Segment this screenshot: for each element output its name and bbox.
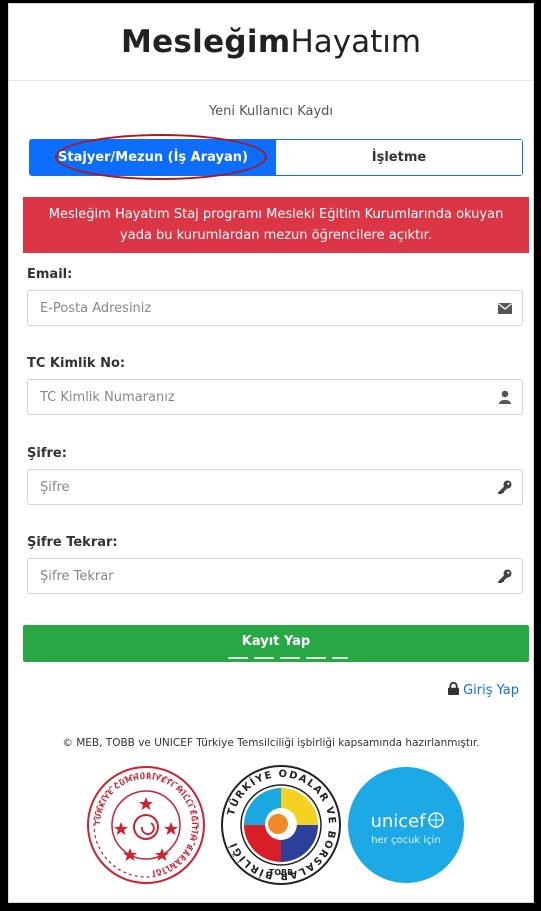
password-input[interactable] <box>28 470 488 504</box>
registration-page: Mesleğim Hayatım Yeni Kullanıcı Kaydı Sta… <box>8 3 534 903</box>
tab-business-label: İşletme <box>371 150 427 165</box>
login-link-label: Giriş Yap <box>463 683 519 698</box>
login-link[interactable]: Giriş Yap <box>448 681 519 699</box>
brand-normal: Hayatım <box>290 24 422 60</box>
user-icon <box>488 390 522 404</box>
register-button-label: Kayıt Yap <box>241 634 311 649</box>
meb-logo: TÜRKİYE CUMHURİYETİ MİLLİ EĞİTİM BAKANLI… <box>87 766 205 884</box>
tab-intern-graduate-label: Stajyer/Mezun (İş Arayan) <box>58 150 248 165</box>
password-repeat-field-wrapper <box>27 558 523 594</box>
password-field-wrapper <box>27 469 523 505</box>
globe-icon <box>428 812 444 828</box>
tobb-logo: TÜRKİYE ODALAR VE BORSALAR BİRLİĞİ TOBB <box>221 765 341 885</box>
key-icon <box>488 569 522 583</box>
brand-bold: Mesleğim <box>120 24 291 60</box>
tobb-abbr: TOBB <box>269 868 293 877</box>
register-button[interactable]: Kayıt Yap <box>23 625 529 662</box>
page-subtitle: Yeni Kullanıcı Kaydı <box>208 104 334 119</box>
lock-icon <box>448 681 460 699</box>
envelope-icon <box>488 302 522 314</box>
tc-field-wrapper <box>27 379 523 415</box>
tc-label: TC Kimlik No: <box>27 356 126 371</box>
button-decoration <box>228 657 348 659</box>
tc-input[interactable] <box>28 380 488 414</box>
user-type-tabs: Stajyer/Mezun (İş Arayan) İşletme <box>29 134 523 180</box>
info-alert: Mesleğim Hayatım Staj programı Mesleki E… <box>23 197 529 253</box>
email-label: Email: <box>27 267 73 282</box>
password-repeat-input[interactable] <box>28 559 488 593</box>
brand-logo[interactable]: Mesleğim Hayatım <box>9 4 533 81</box>
tab-business[interactable]: İşletme <box>276 140 522 175</box>
unicef-logo: unicef her çocuk için <box>348 767 464 883</box>
tab-intern-graduate[interactable]: Stajyer/Mezun (İş Arayan) <box>30 134 276 180</box>
key-icon <box>488 480 522 494</box>
email-input[interactable] <box>28 291 488 325</box>
footer-note: © MEB, TOBB ve UNICEF Türkiye Temsilcili… <box>62 737 480 749</box>
partner-logos: TÜRKİYE CUMHURİYETİ MİLLİ EĞİTİM BAKANLI… <box>9 764 533 894</box>
unicef-name: unicef <box>370 811 426 832</box>
email-field-wrapper <box>27 290 523 326</box>
unicef-tagline: her çocuk için <box>371 835 441 846</box>
password-repeat-label: Şifre Tekrar: <box>27 535 118 550</box>
password-label: Şifre: <box>27 446 67 461</box>
